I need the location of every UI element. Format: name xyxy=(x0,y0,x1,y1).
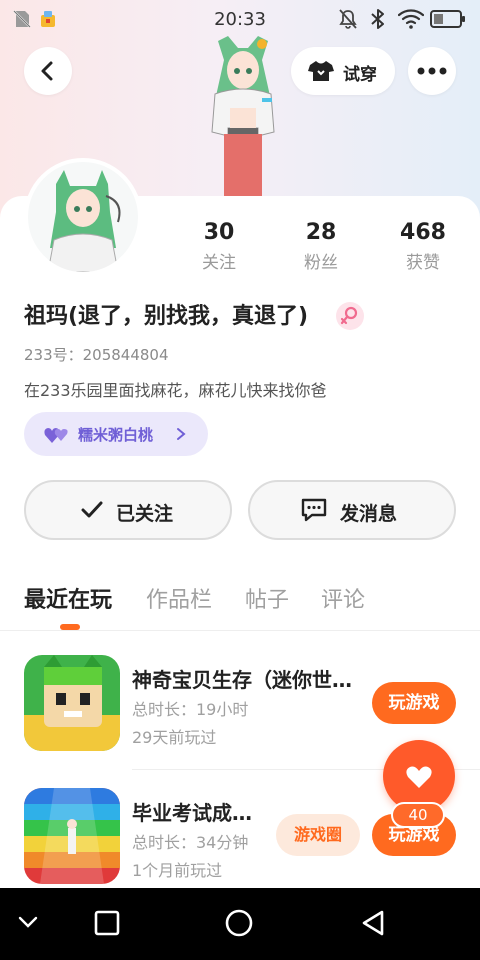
tab-recently-played[interactable]: 最近在玩 xyxy=(24,582,112,614)
followers-label: 粉丝 xyxy=(304,253,338,273)
game-playtime: 总时长：34分钟 xyxy=(132,833,249,852)
game-title: 毕业考试成… xyxy=(132,801,252,825)
likes-stat[interactable]: 468 获赞 xyxy=(373,218,473,278)
try-on-button[interactable]: 试穿 xyxy=(291,47,395,95)
game-last-played: 29天前玩过 xyxy=(132,728,217,747)
heart-icon xyxy=(406,766,432,788)
tab-posts[interactable]: 帖子 xyxy=(245,582,289,614)
check-icon xyxy=(81,501,103,518)
double-heart-icon xyxy=(44,428,68,443)
follow-button-label: 已关注 xyxy=(116,503,174,525)
avatar[interactable] xyxy=(24,158,142,276)
message-button-label: 发消息 xyxy=(340,503,398,525)
home-icon[interactable] xyxy=(225,909,253,937)
tshirt-icon xyxy=(308,61,334,81)
tab-divider xyxy=(0,630,480,631)
tab-comments[interactable]: 评论 xyxy=(321,582,365,614)
message-button[interactable]: 发消息 xyxy=(248,480,456,540)
game-last-played: 1个月前玩过 xyxy=(132,861,223,880)
relationship-tag[interactable]: 糯米粥白桃 xyxy=(24,412,208,456)
user-id: 233号：205844804 xyxy=(24,346,169,364)
female-gender-icon xyxy=(336,302,364,330)
back-icon[interactable] xyxy=(360,909,388,937)
follow-button[interactable]: 已关注 xyxy=(24,480,232,540)
chevron-right-icon xyxy=(177,428,186,440)
game-playtime: 总时长：19小时 xyxy=(132,700,249,719)
like-count-badge: 40 xyxy=(391,802,445,828)
following-count: 30 xyxy=(203,220,235,245)
try-on-label: 试穿 xyxy=(343,65,377,85)
bluetooth-icon xyxy=(371,9,384,29)
game-icon-graduation-exam[interactable] xyxy=(24,788,120,884)
likes-label: 获赞 xyxy=(406,253,440,273)
system-nav-bar xyxy=(0,888,480,960)
chevron-left-icon xyxy=(41,61,53,81)
battery-icon xyxy=(430,10,465,28)
more-dots-icon xyxy=(417,67,447,75)
recents-icon[interactable] xyxy=(94,910,120,936)
followers-stat[interactable]: 28 粉丝 xyxy=(271,218,371,278)
profile-bio: 在233乐园里面找麻花，麻花儿快来找你爸 xyxy=(24,381,327,400)
following-label: 关注 xyxy=(202,253,236,273)
chat-bubble-icon xyxy=(301,498,327,522)
tab-works[interactable]: 作品栏 xyxy=(146,582,212,614)
avatar-image xyxy=(28,162,138,272)
status-bar: 20:33 xyxy=(0,0,480,40)
game-title: 神奇宝贝生存（迷你世… xyxy=(132,668,352,692)
game-icon-pokemon-survival[interactable] xyxy=(24,655,120,751)
mute-icon xyxy=(339,9,357,29)
likes-count: 468 xyxy=(400,220,446,245)
following-stat[interactable]: 30 关注 xyxy=(169,218,269,278)
more-options-button[interactable] xyxy=(408,47,456,95)
game-circle-button[interactable]: 游戏圈 xyxy=(276,814,360,856)
relationship-tag-label: 糯米粥白桃 xyxy=(78,426,154,444)
play-game-button[interactable]: 玩游戏 xyxy=(372,682,456,724)
followers-count: 28 xyxy=(305,220,337,245)
back-button[interactable] xyxy=(24,47,72,95)
profile-name: 祖玛(退了，别找我，真退了) xyxy=(24,304,309,329)
collapse-icon[interactable] xyxy=(16,914,40,930)
wifi-icon xyxy=(398,9,424,29)
avatar-3d-figure xyxy=(211,36,275,200)
